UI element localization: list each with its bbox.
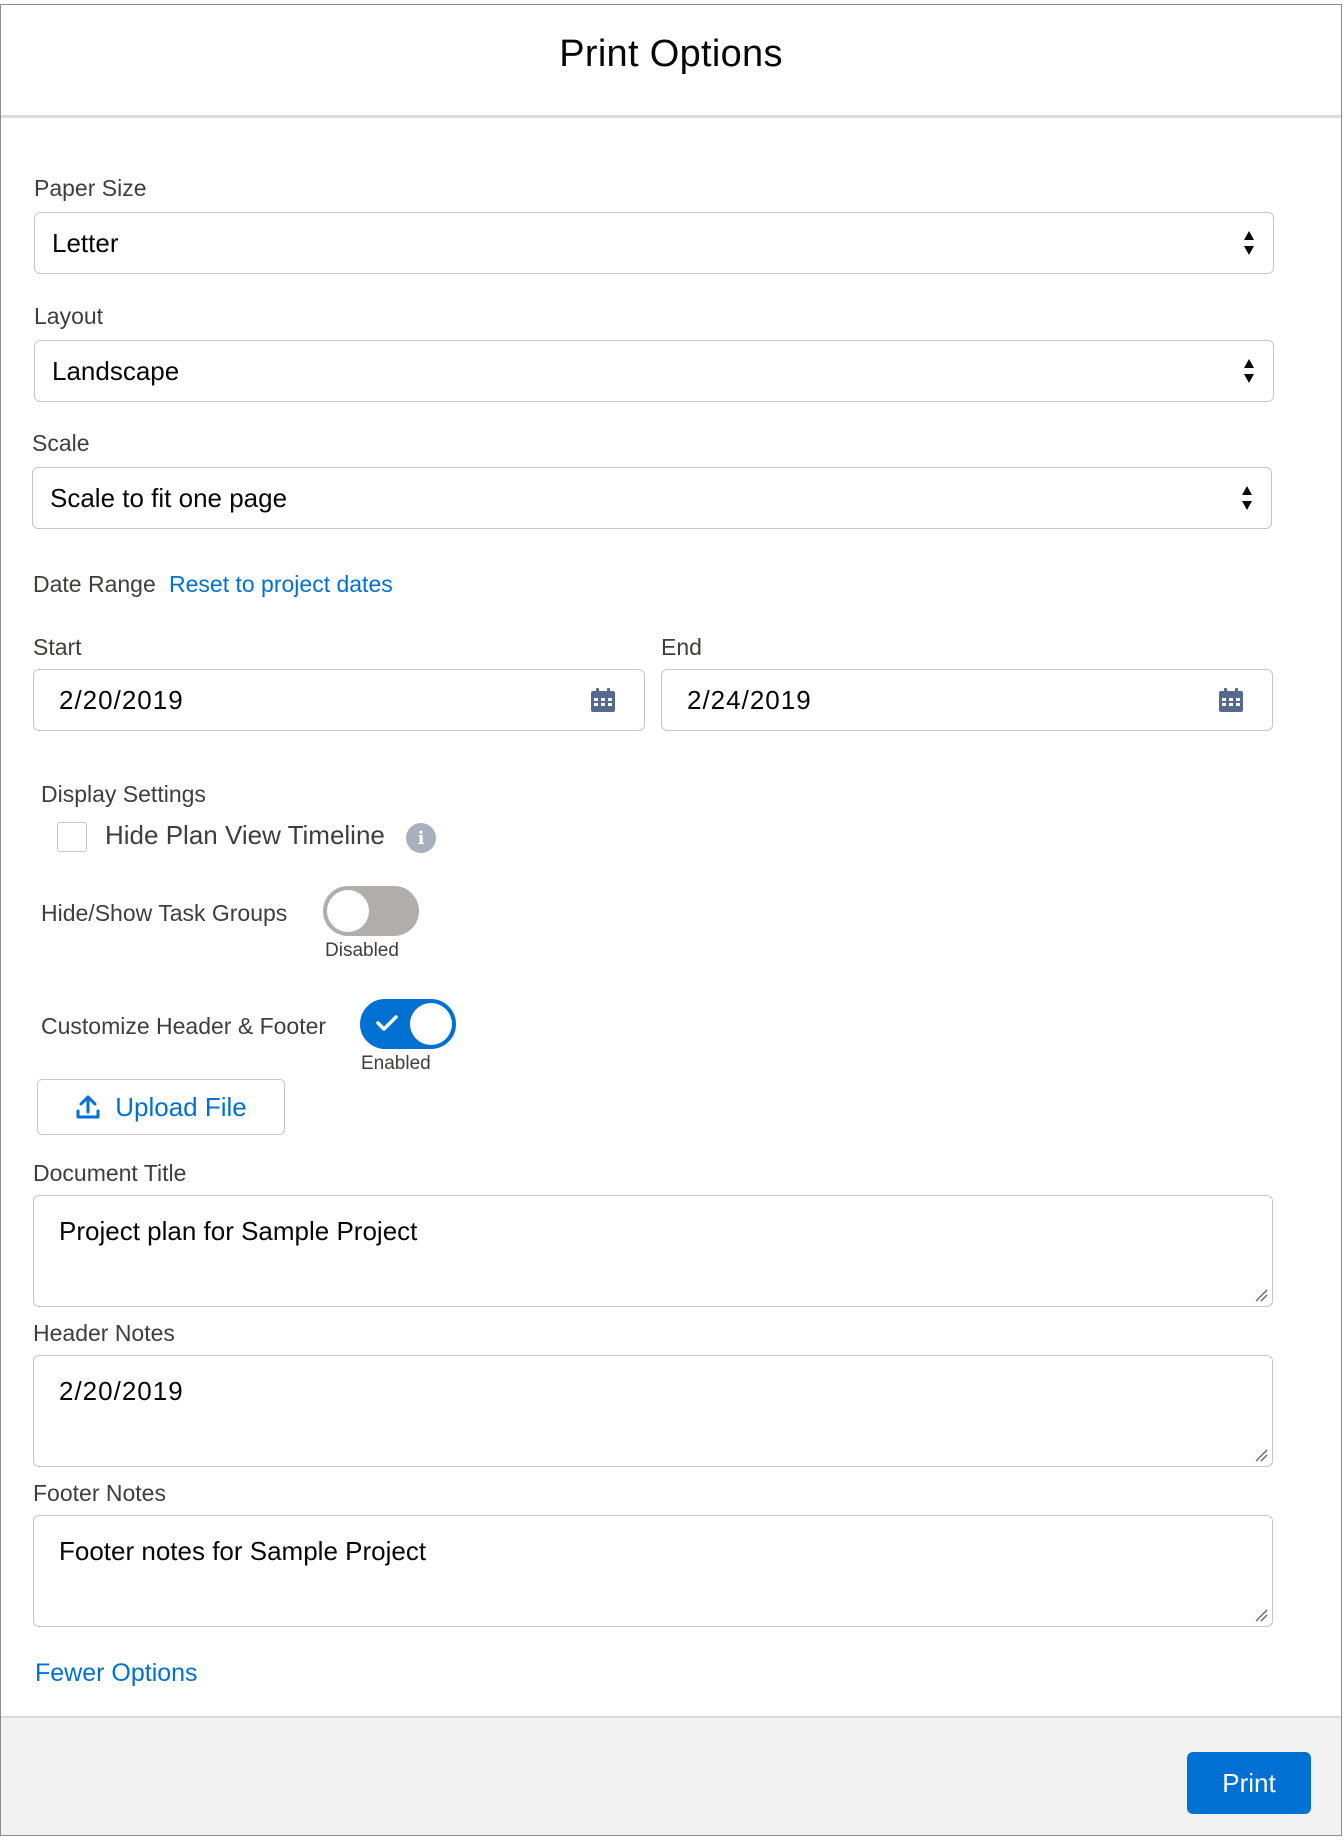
resize-grip-icon[interactable] xyxy=(1254,1608,1268,1622)
resize-grip-icon[interactable] xyxy=(1254,1288,1268,1302)
info-icon[interactable]: i xyxy=(406,823,436,853)
scale-label: Scale xyxy=(32,430,90,456)
print-button[interactable]: Print xyxy=(1187,1752,1311,1814)
modal-title: Print Options xyxy=(559,32,783,75)
start-date-label: Start xyxy=(33,634,82,660)
document-title-value: Project plan for Sample Project xyxy=(59,1216,418,1246)
header-footer-state: Enabled xyxy=(361,1053,431,1074)
print-options-modal: Print Options Paper Size Letter Layout L… xyxy=(0,4,1342,1836)
footer-notes-textarea[interactable]: Footer notes for Sample Project xyxy=(33,1515,1273,1627)
scale-value: Scale to fit one page xyxy=(50,482,288,513)
end-date-input[interactable]: 2/24/2019 xyxy=(661,669,1273,731)
document-title-textarea[interactable]: Project plan for Sample Project xyxy=(33,1195,1273,1307)
upload-file-label: Upload File xyxy=(115,1091,247,1122)
upload-icon xyxy=(76,1095,100,1119)
header-notes-value: 2/20/2019 xyxy=(59,1376,184,1406)
hide-timeline-label: Hide Plan View Timeline xyxy=(105,820,385,850)
footer-notes-value: Footer notes for Sample Project xyxy=(59,1536,427,1566)
print-button-label: Print xyxy=(1222,1767,1276,1798)
end-date-label: End xyxy=(661,634,702,660)
reset-dates-link[interactable]: Reset to project dates xyxy=(169,571,393,598)
calendar-icon[interactable] xyxy=(590,687,616,713)
start-date-value: 2/20/2019 xyxy=(59,684,184,715)
select-arrows-icon xyxy=(1242,486,1252,510)
header-notes-textarea[interactable]: 2/20/2019 xyxy=(33,1355,1273,1467)
task-groups-label: Hide/Show Task Groups xyxy=(41,900,288,926)
display-settings-label: Display Settings xyxy=(41,781,206,807)
check-icon xyxy=(376,1015,398,1031)
resize-grip-icon[interactable] xyxy=(1254,1448,1268,1462)
header-footer-toggle[interactable] xyxy=(360,999,456,1049)
paper-size-value: Letter xyxy=(52,227,119,258)
modal-header: Print Options xyxy=(1,5,1341,118)
document-title-label: Document Title xyxy=(33,1160,187,1186)
task-groups-state: Disabled xyxy=(325,940,399,961)
end-date-value: 2/24/2019 xyxy=(687,684,812,715)
hide-timeline-checkbox[interactable] xyxy=(57,822,87,852)
toggle-knob xyxy=(327,890,369,932)
upload-file-button[interactable]: Upload File xyxy=(37,1079,285,1135)
scale-select[interactable]: Scale to fit one page xyxy=(32,467,1272,529)
header-footer-label: Customize Header & Footer xyxy=(41,1013,327,1039)
layout-select[interactable]: Landscape xyxy=(34,340,1274,402)
header-notes-label: Header Notes xyxy=(33,1320,175,1346)
select-arrows-icon xyxy=(1244,359,1254,383)
layout-value: Landscape xyxy=(52,355,180,386)
fewer-options-link[interactable]: Fewer Options xyxy=(35,1659,198,1688)
paper-size-select[interactable]: Letter xyxy=(34,212,1274,274)
calendar-icon[interactable] xyxy=(1218,687,1244,713)
start-date-input[interactable]: 2/20/2019 xyxy=(33,669,645,731)
task-groups-toggle[interactable] xyxy=(323,886,419,936)
footer-notes-label: Footer Notes xyxy=(33,1480,166,1506)
modal-footer: Print xyxy=(1,1716,1341,1835)
toggle-knob xyxy=(410,1003,452,1045)
select-arrows-icon xyxy=(1244,231,1254,255)
paper-size-label: Paper Size xyxy=(34,175,147,201)
date-range-label: Date Range xyxy=(33,571,156,597)
layout-label: Layout xyxy=(34,303,104,329)
